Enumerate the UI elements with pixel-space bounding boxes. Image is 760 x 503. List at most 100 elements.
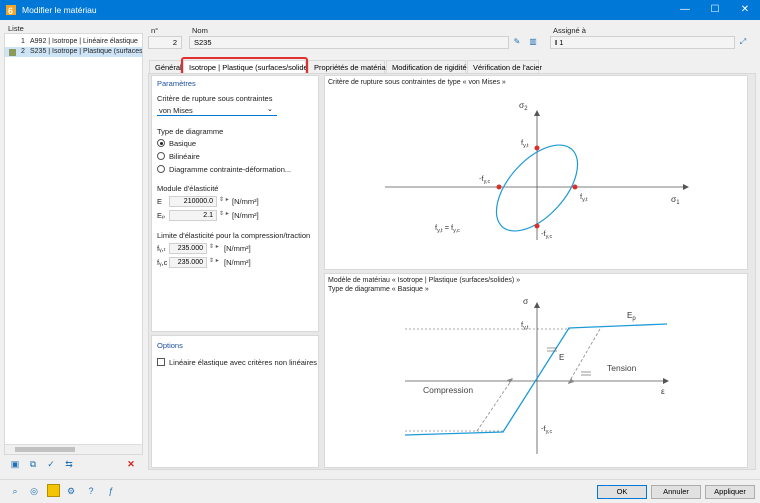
fyt-spinner[interactable]: ⇕ ▸ <box>209 243 219 250</box>
fyc-spinner[interactable]: ⇕ ▸ <box>209 257 219 264</box>
yield-limit-label: Limite d'élasticité pour la compression/… <box>157 231 311 240</box>
fyc-label: -fy,c <box>541 424 552 435</box>
modulus-label: Module d'élasticité <box>157 184 219 193</box>
radio-stress-strain[interactable] <box>157 165 165 173</box>
fyt-field[interactable]: 235.000 <box>169 243 207 254</box>
material-curve <box>404 323 668 436</box>
Ep-field[interactable]: 2.1 <box>169 210 217 221</box>
diagram-type-label: Type de diagramme <box>157 127 224 136</box>
name-field[interactable]: S235 <box>189 36 509 49</box>
fyc-unit: [N/mm²] <box>224 258 251 267</box>
options-panel: Options Linéaire élastique avec critères… <box>151 335 319 468</box>
close-button[interactable]: ✕ <box>730 0 760 20</box>
window-title: Modifier le matériau <box>22 5 97 15</box>
tab-material-properties[interactable]: Propriétés de matériau <box>308 60 390 74</box>
sigma1-label: σ1 <box>671 194 680 206</box>
sigma-label: σ <box>523 296 529 306</box>
radio-bilinear-label: Bilinéaire <box>169 152 200 161</box>
delete-icon[interactable]: ✕ <box>124 457 138 471</box>
material-color-swatch <box>9 49 16 56</box>
member-icon: I <box>555 38 558 47</box>
von-mises-diagram: σ2 σ1 fy,t -fy,c fy,t -fy,c fy,t = fy,c <box>385 100 689 240</box>
equality-label: fy,t = fy,c <box>435 223 460 234</box>
maximize-button[interactable]: ☐ <box>700 0 730 20</box>
list-item-label: A992 | Isotrope | Linéaire élastique <box>30 38 138 45</box>
Ep-label: Ep <box>627 311 636 322</box>
search-icon[interactable]: ⌕ <box>8 484 22 498</box>
edit-name-icon[interactable]: ✎ <box>510 35 524 49</box>
number-label: n° <box>151 26 159 35</box>
minimize-button[interactable]: — <box>670 0 700 20</box>
check-icon[interactable]: ✓ <box>44 457 58 471</box>
settings-icon[interactable]: ⚙ <box>64 484 78 498</box>
list-header: Liste <box>8 24 24 33</box>
select-objects-icon[interactable]: ⤢ <box>736 35 750 49</box>
cancel-button[interactable]: Annuler <box>651 485 701 499</box>
library-icon[interactable]: ▥ <box>526 35 540 49</box>
radio-stress-strain-label: Diagramme contrainte-déformation... <box>169 165 292 174</box>
number-field[interactable]: 2 <box>148 36 182 49</box>
title-bar: 6 Modifier le matériau — ☐ ✕ <box>0 0 760 20</box>
assigned-label: Assigné à <box>553 26 586 35</box>
renumber-icon[interactable]: ⇆ <box>62 457 76 471</box>
sigma-arrow-icon <box>534 302 540 308</box>
list-item[interactable]: 1 A992 | Isotrope | Linéaire élastique <box>5 37 142 47</box>
fyt-right-label: fy,t <box>580 192 588 203</box>
radio-bilinear[interactable] <box>157 152 165 160</box>
fyc-bottom-label: -fy,c <box>541 229 552 240</box>
function-icon[interactable]: ƒ <box>104 484 118 498</box>
copy-material-icon[interactable]: ⧉ <box>26 457 40 471</box>
tab-stiffness-modification[interactable]: Modification de rigidité <box>386 60 467 74</box>
apply-button[interactable]: Appliquer <box>705 485 755 499</box>
info-icon[interactable]: ? <box>84 484 98 498</box>
nonlinear-checkbox[interactable] <box>157 358 165 366</box>
parameters-title: Paramètres <box>157 79 196 88</box>
assigned-value: 1 <box>559 38 564 47</box>
color-icon[interactable] <box>47 484 60 497</box>
fyt-unit: [N/mm²] <box>224 244 251 253</box>
tab-steel-design[interactable]: Vérification de l'acier <box>467 60 542 74</box>
compression-arrow-icon <box>507 378 513 383</box>
fyc-field[interactable]: 235.000 <box>169 257 207 268</box>
criterion-dropdown[interactable]: von Mises ⌄ <box>157 104 277 116</box>
stress-strain-diagram: σ ε fy,t -fy,c E Ep Tension Compression <box>404 296 669 454</box>
radio-basic-label: Basique <box>169 139 197 148</box>
horizontal-scrollbar[interactable] <box>5 444 142 454</box>
point-fyt-right <box>572 184 578 190</box>
parameters-panel: Paramètres Critère de rupture sous contr… <box>151 75 319 332</box>
new-material-icon[interactable]: ▣ <box>8 457 22 471</box>
E-spinner[interactable]: ⇕ ▸ <box>219 196 229 203</box>
Ep-unit: [N/mm²] <box>232 211 259 220</box>
tab-general[interactable]: Général <box>149 60 182 74</box>
assigned-field[interactable]: I 1 <box>550 36 735 49</box>
E-label: E <box>157 197 163 206</box>
list-item-selected[interactable]: 2 S235 | Isotrope | Plastique (surfaces/… <box>5 47 142 57</box>
material-list[interactable]: 1 A992 | Isotrope | Linéaire élastique 2… <box>4 33 143 455</box>
list-item-number: 1 <box>21 38 25 45</box>
ok-button[interactable]: OK <box>597 485 647 499</box>
stress-strain-diagram-panel: Modèle de matériau « Isotrope | Plastiqu… <box>324 273 748 468</box>
criterion-value: von Mises <box>159 106 193 115</box>
options-title: Options <box>157 341 183 350</box>
von-mises-diagram-panel: Critère de rupture sous contraintes de t… <box>324 75 748 270</box>
Ep-spinner[interactable]: ⇕ ▸ <box>219 210 229 217</box>
list-item-number: 2 <box>21 48 25 55</box>
fyc-label: fᵧ,c <box>157 258 168 267</box>
E-unit: [N/mm²] <box>232 197 259 206</box>
radio-basic[interactable] <box>157 139 165 147</box>
point-fyt-top <box>534 145 540 151</box>
E-field[interactable]: 210000.0 <box>169 196 217 207</box>
sigma2-label: σ2 <box>519 100 528 112</box>
point-fyc-left <box>496 184 502 190</box>
chevron-down-icon: ⌄ <box>267 106 273 113</box>
Ep-label: Eₚ <box>157 211 166 220</box>
svg-text:6: 6 <box>8 6 13 16</box>
compression-unloading-line <box>476 377 514 432</box>
fyt-top-label: fy,t <box>521 138 529 149</box>
app-icon: 6 <box>5 4 17 16</box>
scrollbar-thumb[interactable] <box>15 447 75 452</box>
epsilon-label: ε <box>661 386 665 396</box>
units-icon[interactable]: ◎ <box>27 484 41 498</box>
tension-unloading-line <box>567 328 601 385</box>
compression-label: Compression <box>423 385 473 395</box>
